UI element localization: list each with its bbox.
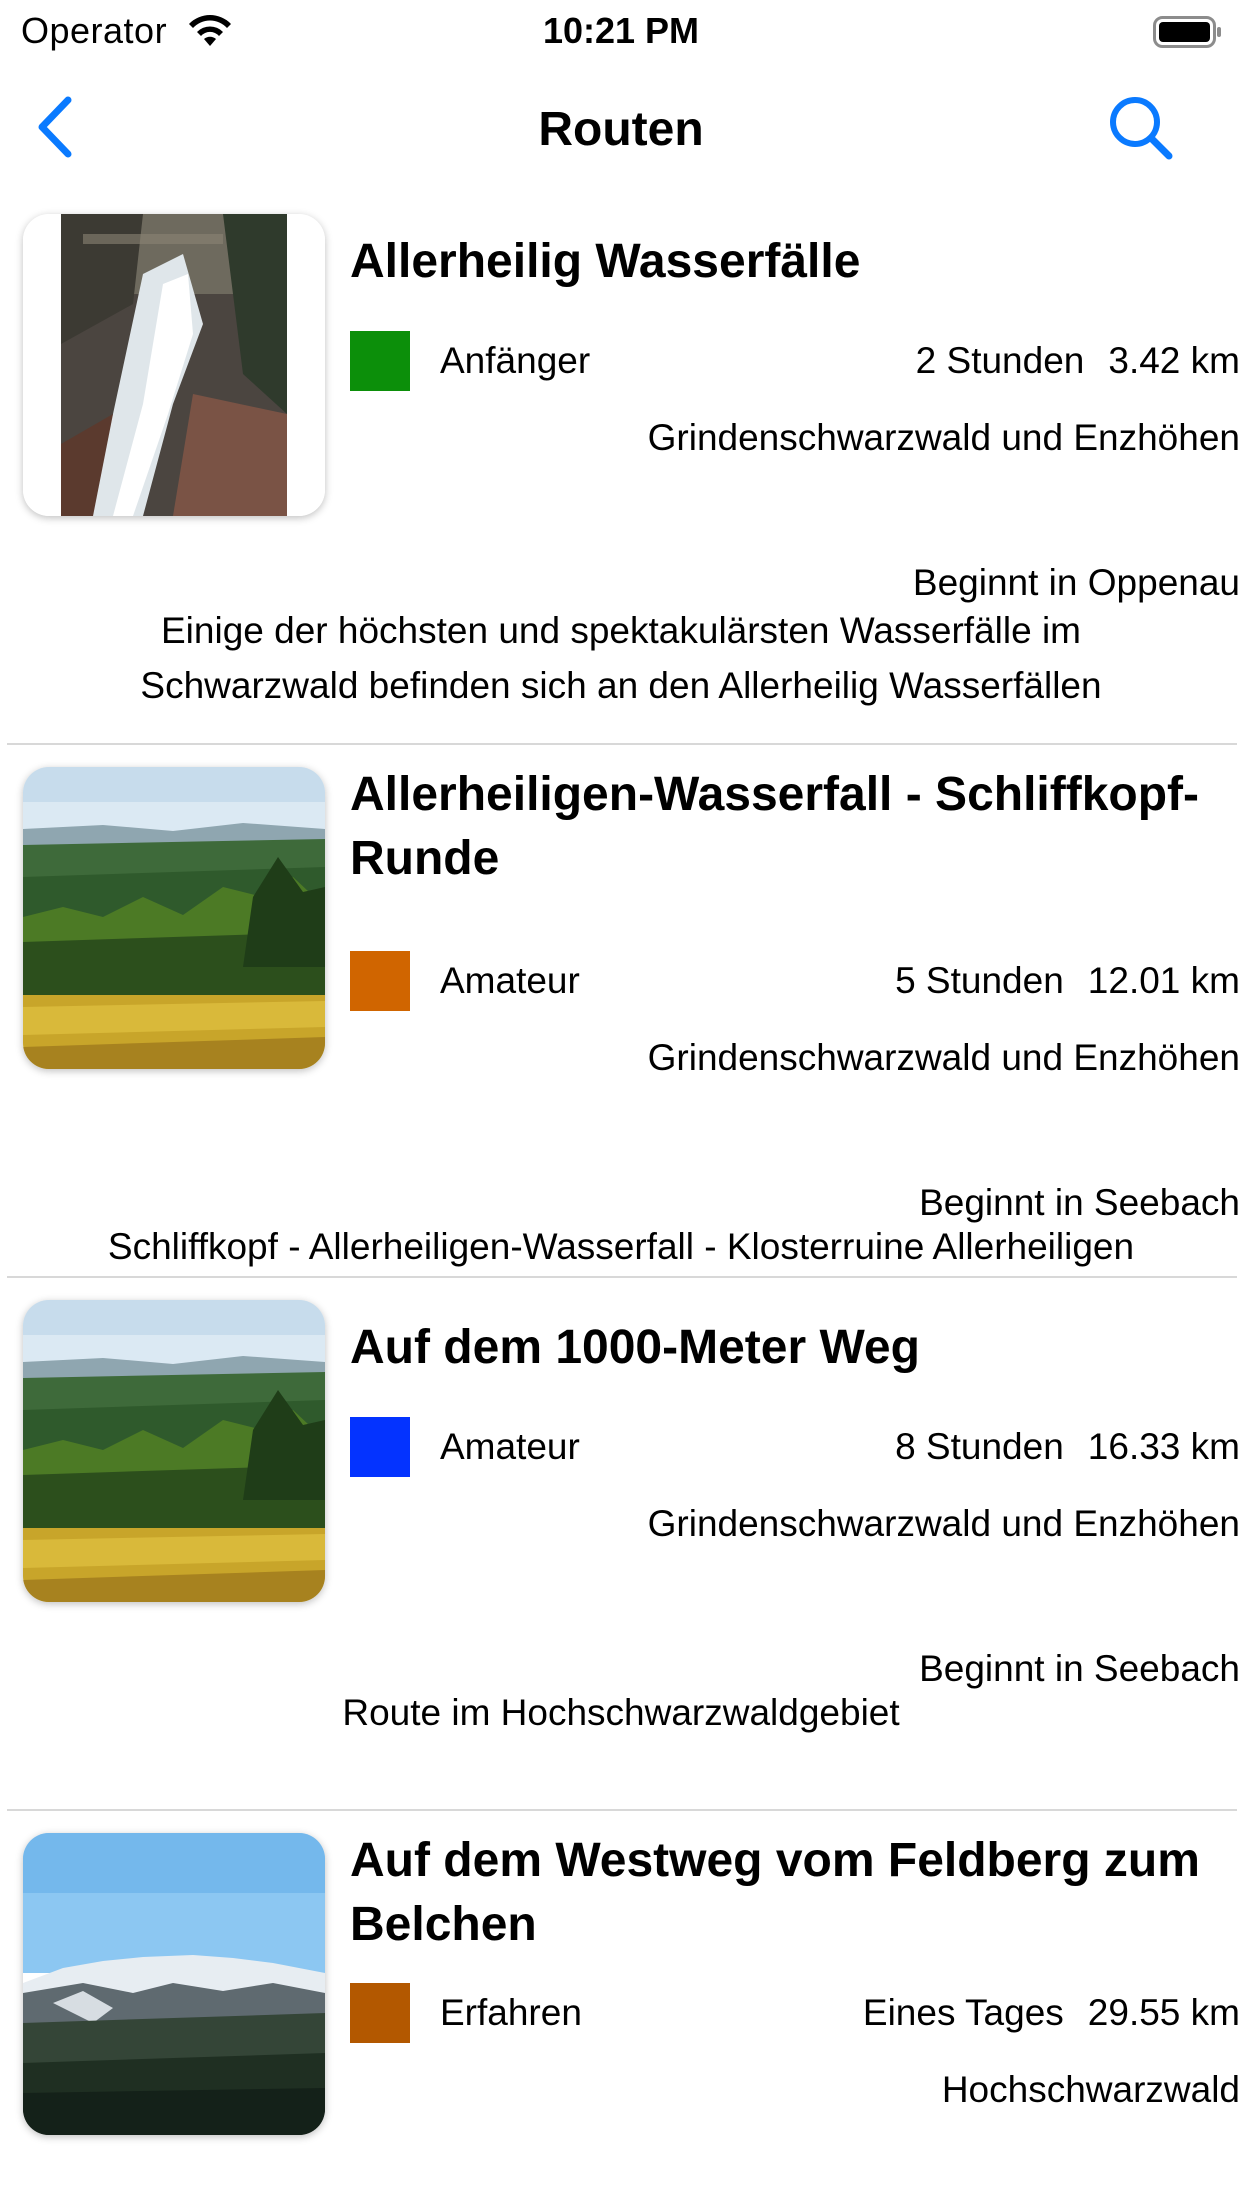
route-stats: 8 Stunden 16.33 km xyxy=(895,1417,1240,1477)
difficulty-label: Amateur xyxy=(440,960,580,1001)
route-title: Allerheiligen-Wasserfall - Schliffkopf-R… xyxy=(350,768,1200,885)
mountain-photo xyxy=(23,1833,325,2135)
navigation-bar: Routen xyxy=(0,62,1242,192)
difficulty-color-swatch xyxy=(350,951,410,1011)
route-title: Allerheilig Wasserfälle xyxy=(350,235,861,288)
route-description: Einige der höchsten und spektakulärsten … xyxy=(140,610,1102,706)
route-list: Allerheilig Wasserfälle Anfänger 2 Stund… xyxy=(0,192,1242,2208)
route-region: Grindenschwarzwald und Enzhöhen xyxy=(647,417,1240,458)
battery-icon xyxy=(1153,16,1221,48)
route-region: Grindenschwarzwald und Enzhöhen xyxy=(647,1037,1240,1078)
route-duration: 5 Stunden xyxy=(895,960,1064,1001)
route-thumbnail xyxy=(23,1833,325,2135)
waterfall-photo xyxy=(23,214,325,516)
route-region: Hochschwarzwald xyxy=(941,2069,1240,2110)
route-distance: 12.01 km xyxy=(1087,960,1240,1001)
route-thumbnail xyxy=(23,767,325,1069)
clock: 10:21 PM xyxy=(542,10,700,51)
route-title: Auf dem 1000-Meter Weg xyxy=(350,1321,920,1374)
route-cell[interactable]: Allerheilig Wasserfälle Anfänger 2 Stund… xyxy=(0,192,1242,745)
route-duration: 8 Stunden xyxy=(895,1426,1064,1467)
route-cell[interactable]: Auf dem Westweg vom Feldberg zum Belchen… xyxy=(0,1811,1242,2208)
page-title: Routen xyxy=(538,103,704,156)
search-icon[interactable] xyxy=(1105,92,1175,162)
route-title: Auf dem Westweg vom Feldberg zum Belchen xyxy=(350,1834,1200,1951)
difficulty-color-swatch xyxy=(350,1983,410,2043)
difficulty-label: Erfahren xyxy=(440,1992,582,2033)
route-distance: 3.42 km xyxy=(1108,340,1240,381)
meadow-photo xyxy=(23,1300,325,1602)
route-duration: Eines Tages xyxy=(862,1992,1064,2033)
route-region: Grindenschwarzwald und Enzhöhen xyxy=(647,1503,1240,1544)
difficulty-label: Amateur xyxy=(440,1426,580,1467)
route-description: Schliffkopf - Allerheiligen-Wasserfall -… xyxy=(107,1226,1135,1267)
difficulty-color-swatch xyxy=(350,1417,410,1477)
difficulty-label: Anfänger xyxy=(440,340,591,381)
route-stats: Eines Tages 29.55 km xyxy=(863,1983,1240,2043)
route-distance: 29.55 km xyxy=(1087,1992,1240,2033)
route-cell[interactable]: Auf dem 1000-Meter Weg Amateur 8 Stunden… xyxy=(0,1278,1242,1811)
route-thumbnail xyxy=(23,214,325,516)
status-bar: Operator 10:21 PM xyxy=(0,0,1242,62)
meadow-photo xyxy=(23,767,325,1069)
route-description: Route im Hochschwarzwaldgebiet xyxy=(342,1692,900,1733)
route-thumbnail xyxy=(23,1300,325,1602)
difficulty-color-swatch xyxy=(350,331,410,391)
route-stats: 5 Stunden 12.01 km xyxy=(895,951,1240,1011)
route-duration: 2 Stunden xyxy=(915,340,1085,381)
route-distance: 16.33 km xyxy=(1087,1426,1240,1467)
route-stats: 2 Stunden 3.42 km xyxy=(916,331,1240,391)
route-cell[interactable]: Allerheiligen-Wasserfall - Schliffkopf-R… xyxy=(0,745,1242,1278)
